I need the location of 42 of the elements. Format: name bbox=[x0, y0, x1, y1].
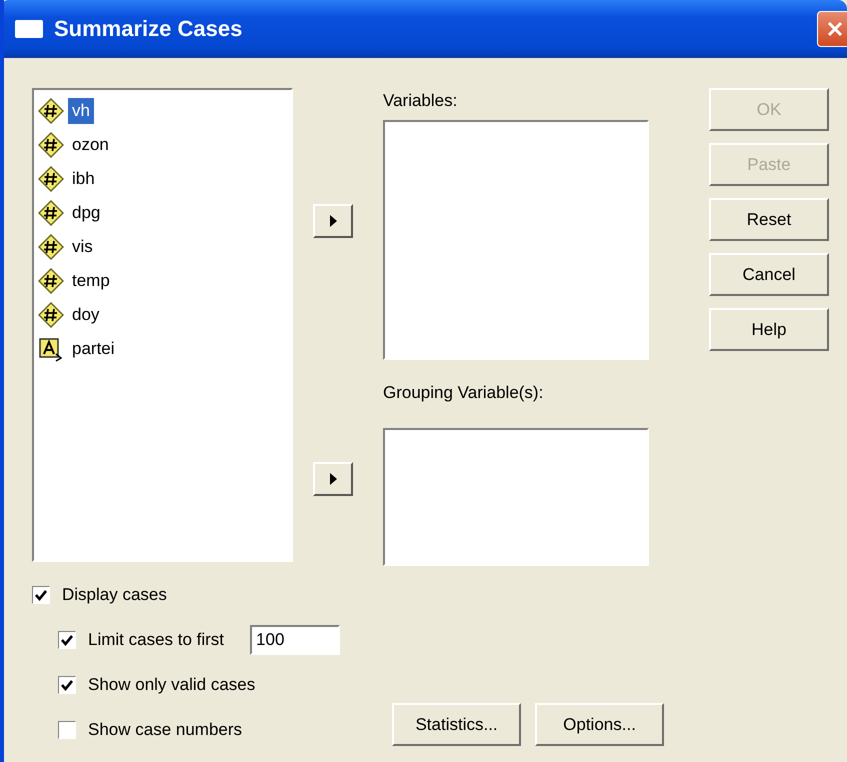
numeric-variable-icon bbox=[38, 166, 64, 192]
dialog-button[interactable]: Options... bbox=[535, 703, 664, 746]
checkbox[interactable] bbox=[58, 676, 76, 694]
dialog-button[interactable]: Statistics... bbox=[392, 703, 522, 746]
checkbox-label: Limit cases to first bbox=[88, 630, 224, 650]
numeric-variable-icon bbox=[38, 98, 64, 124]
close-icon bbox=[826, 20, 844, 38]
variable-item[interactable]: ozon bbox=[68, 132, 113, 158]
move-right-button[interactable] bbox=[313, 462, 353, 496]
numeric-variable-icon bbox=[38, 302, 64, 328]
numeric-variable-icon bbox=[38, 234, 64, 260]
grouping-variables-label: Grouping Variable(s): bbox=[383, 382, 544, 404]
grouping-variables-list[interactable] bbox=[383, 428, 649, 566]
move-right-button[interactable] bbox=[313, 204, 353, 238]
triangle-right-icon bbox=[328, 214, 338, 228]
variable-item[interactable]: ibh bbox=[68, 166, 99, 192]
window-title: Summarize Cases bbox=[54, 16, 244, 42]
variable-item[interactable]: vis bbox=[68, 234, 97, 260]
string-variable-icon bbox=[38, 336, 64, 362]
variable-item[interactable]: dpg bbox=[68, 200, 104, 226]
variable-item[interactable]: temp bbox=[68, 268, 114, 294]
variable-item[interactable]: doy bbox=[68, 302, 104, 328]
variables-label: Variables: bbox=[383, 90, 458, 112]
limit-field[interactable]: 100 bbox=[250, 624, 340, 654]
numeric-variable-icon bbox=[38, 200, 64, 226]
variable-list[interactable]: vh ozon ibh dpg vis temp doy partei bbox=[32, 88, 293, 562]
close-button[interactable] bbox=[817, 11, 847, 47]
triangle-right-icon bbox=[328, 472, 338, 486]
dialog-button[interactable]: Cancel bbox=[709, 253, 829, 296]
checkbox-label: Show only valid cases bbox=[88, 674, 256, 694]
checkbox[interactable] bbox=[58, 630, 76, 648]
checkbox-label: Show case numbers bbox=[88, 720, 242, 740]
dialog-button[interactable]: Reset bbox=[709, 198, 829, 241]
dialog-button[interactable]: Help bbox=[709, 308, 829, 351]
numeric-variable-icon bbox=[38, 268, 64, 294]
window-icon bbox=[14, 18, 44, 40]
variable-item[interactable]: partei bbox=[68, 336, 119, 362]
checkbox[interactable] bbox=[58, 720, 76, 738]
checkbox-label: Display cases bbox=[62, 584, 167, 604]
checkbox[interactable] bbox=[32, 586, 50, 604]
variable-item[interactable]: vh bbox=[68, 98, 94, 124]
numeric-variable-icon bbox=[38, 132, 64, 158]
